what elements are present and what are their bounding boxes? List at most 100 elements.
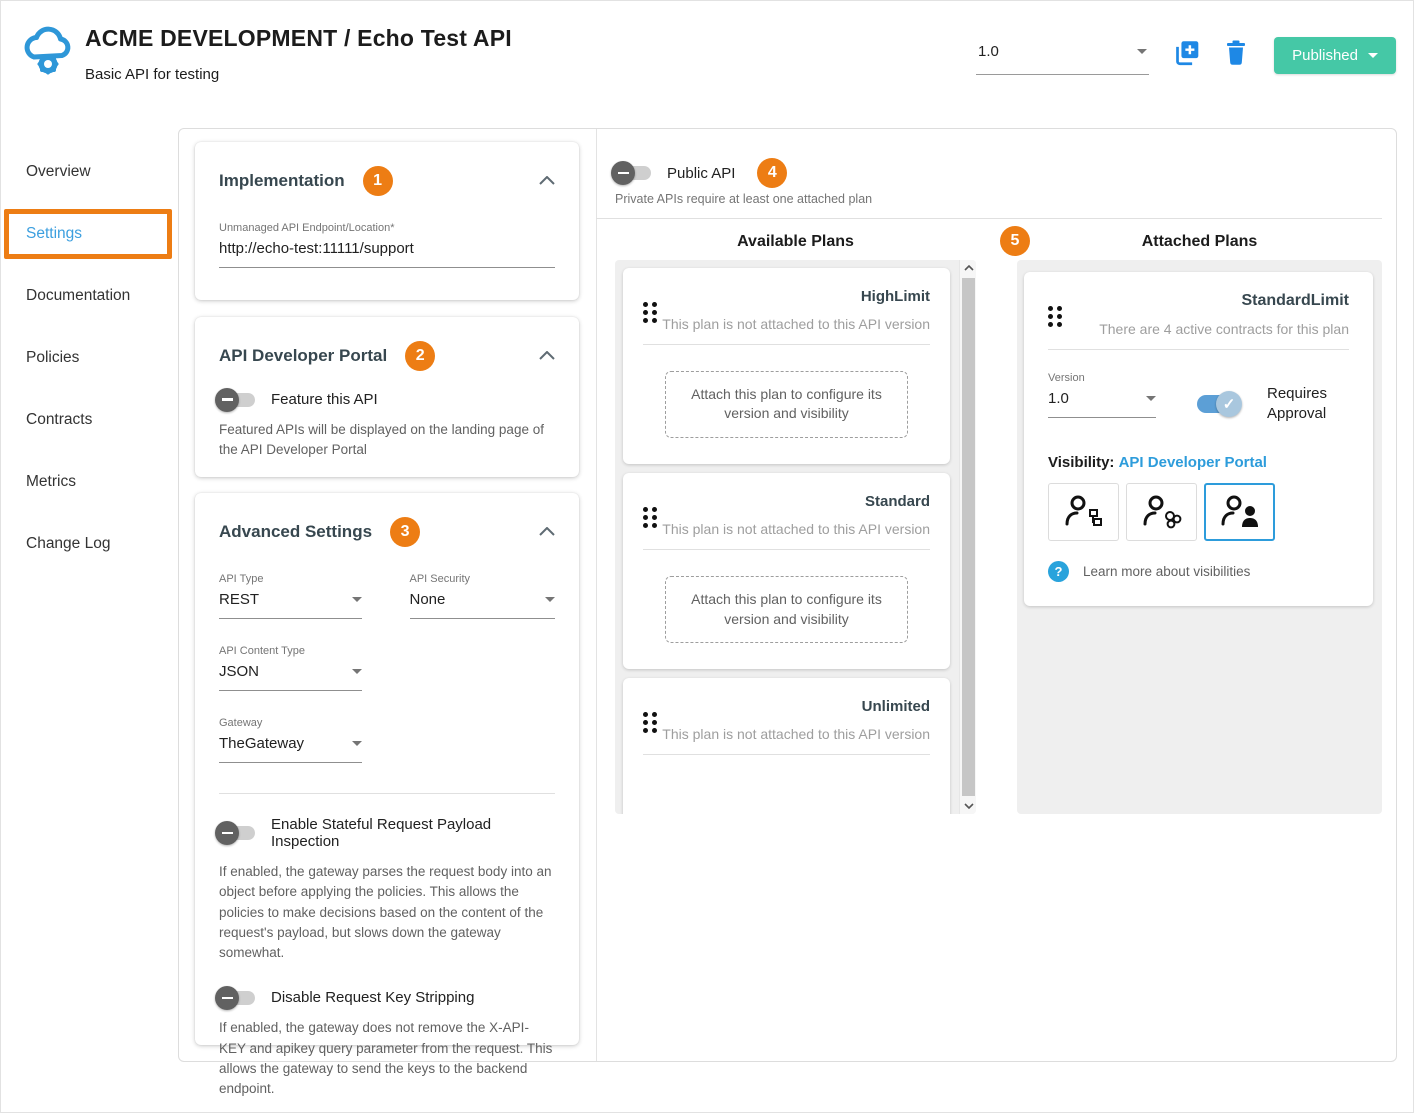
chevron-down-icon bbox=[352, 741, 362, 746]
plans-divider bbox=[596, 218, 1382, 219]
help-icon[interactable]: ? bbox=[1048, 561, 1069, 583]
payload-inspection-label: Enable Stateful Request Payload Inspecti… bbox=[271, 816, 492, 850]
payload-inspection-toggle[interactable] bbox=[215, 821, 255, 845]
learn-more-link[interactable]: Learn more about visibilities bbox=[1083, 564, 1250, 579]
private-api-note: Private APIs require at least one attach… bbox=[615, 192, 873, 206]
plan-divider bbox=[1048, 348, 1349, 350]
annotation-badge-4: 4 bbox=[757, 158, 788, 188]
delete-api-icon[interactable] bbox=[1224, 39, 1248, 71]
drag-handle-icon[interactable] bbox=[643, 507, 661, 539]
sidebar-item-settings[interactable]: Settings bbox=[1, 203, 178, 265]
annotation-badge-2: 2 bbox=[405, 341, 436, 371]
column-divider bbox=[596, 129, 597, 1061]
scrollbar[interactable] bbox=[959, 260, 976, 814]
api-content-type-select[interactable]: API Content Type JSON bbox=[219, 645, 362, 691]
endpoint-field[interactable]: Unmanaged API Endpoint/Location* http://… bbox=[219, 222, 555, 268]
plan-status: This plan is not attached to this API ve… bbox=[662, 521, 930, 538]
public-api-toggle-label: Public API bbox=[667, 164, 736, 182]
attach-plan-dropzone[interactable]: Attach this plan to configure its versio… bbox=[665, 575, 908, 644]
chevron-down-icon bbox=[1368, 53, 1378, 58]
drag-handle-icon[interactable] bbox=[643, 712, 661, 744]
settings-highlight-annotation: Settings bbox=[4, 209, 172, 259]
version-select-value: 1.0 bbox=[978, 43, 999, 60]
plan-status: This plan is not attached to this API ve… bbox=[662, 726, 930, 743]
sidebar-item-changelog[interactable]: Change Log bbox=[1, 513, 178, 575]
select-value: None bbox=[409, 591, 446, 608]
plan-card-standard[interactable]: Standard This plan is not attached to th… bbox=[623, 473, 950, 670]
app-window: ACME DEVELOPMENT / Echo Test API Basic A… bbox=[0, 0, 1414, 1113]
implementation-card: Implementation 1 Unmanaged API Endpoint/… bbox=[195, 142, 579, 300]
key-stripping-toggle[interactable] bbox=[215, 985, 255, 1010]
version-select[interactable]: 1.0 bbox=[976, 37, 1150, 75]
select-label: API Type bbox=[219, 573, 264, 585]
developer-portal-card: API Developer Portal 2 Feature this API … bbox=[195, 317, 579, 477]
plan-card-highlimit[interactable]: HighLimit This plan is not attached to t… bbox=[623, 268, 950, 465]
feature-api-toggle-label: Feature this API bbox=[271, 391, 378, 408]
plan-divider bbox=[643, 343, 930, 345]
select-value: 1.0 bbox=[1048, 389, 1069, 407]
page-subtitle: Basic API for testing bbox=[85, 66, 220, 83]
visibility-groups-button[interactable] bbox=[1126, 483, 1197, 542]
visibility-org-button[interactable] bbox=[1048, 483, 1119, 542]
sidebar-item-documentation[interactable]: Documentation bbox=[1, 265, 178, 327]
advanced-settings-card: Advanced Settings 3 API Type REST API Se… bbox=[195, 493, 579, 1096]
scrollbar-thumb[interactable] bbox=[962, 278, 975, 796]
sidebar-item-label: Policies bbox=[26, 349, 80, 366]
sidebar: Overview Settings Documentation Policies… bbox=[1, 141, 178, 575]
payload-inspection-description: If enabled, the gateway parses the reque… bbox=[219, 864, 552, 960]
attached-plans-panel: StandardLimit There are 4 active contrac… bbox=[1017, 260, 1382, 814]
duplicate-version-icon[interactable] bbox=[1173, 39, 1200, 71]
sidebar-item-label: Change Log bbox=[26, 535, 111, 552]
select-label: Gateway bbox=[219, 717, 263, 729]
select-label: API Security bbox=[409, 573, 471, 585]
collapse-chevron-up-icon[interactable] bbox=[539, 172, 555, 190]
api-type-select[interactable]: API Type REST bbox=[219, 573, 362, 619]
sidebar-item-policies[interactable]: Policies bbox=[1, 327, 178, 389]
available-plans-panel: HighLimit This plan is not attached to t… bbox=[615, 260, 976, 814]
plan-card-unlimited[interactable]: Unlimited This plan is not attached to t… bbox=[623, 678, 950, 814]
plan-card-standardlimit[interactable]: StandardLimit There are 4 active contrac… bbox=[1024, 272, 1373, 607]
annotation-badge-1: 1 bbox=[362, 166, 393, 196]
drag-handle-icon[interactable] bbox=[643, 302, 661, 334]
app-logo-icon bbox=[19, 23, 77, 86]
chevron-down-icon bbox=[545, 597, 555, 602]
public-api-toggle[interactable] bbox=[611, 161, 651, 185]
api-security-select[interactable]: API Security None bbox=[409, 573, 555, 619]
card-title: Implementation bbox=[219, 171, 345, 190]
scroll-up-icon[interactable] bbox=[960, 260, 976, 276]
plan-name: Unlimited bbox=[861, 698, 930, 716]
visibility-value-link[interactable]: API Developer Portal bbox=[1119, 454, 1267, 471]
sidebar-item-overview[interactable]: Overview bbox=[1, 141, 178, 203]
published-status-label: Published bbox=[1292, 47, 1358, 64]
collapse-chevron-up-icon[interactable] bbox=[539, 523, 555, 541]
requires-approval-toggle[interactable]: ✓ bbox=[1197, 391, 1242, 418]
published-status-button[interactable]: Published bbox=[1274, 37, 1396, 74]
chevron-down-icon bbox=[1146, 395, 1156, 401]
gateway-select[interactable]: Gateway TheGateway bbox=[219, 717, 362, 763]
sidebar-item-label: Metrics bbox=[26, 473, 76, 490]
visibility-groups-icon bbox=[1143, 495, 1181, 529]
drag-handle-icon[interactable] bbox=[1048, 306, 1066, 339]
attached-plans-header: Attached Plans bbox=[1141, 233, 1258, 250]
requires-approval-label: Requires Approval bbox=[1267, 384, 1328, 423]
sidebar-item-metrics[interactable]: Metrics bbox=[1, 451, 178, 513]
visibility-portal-button[interactable] bbox=[1204, 483, 1275, 542]
collapse-chevron-up-icon[interactable] bbox=[539, 347, 555, 365]
visibility-portal-icon bbox=[1221, 495, 1258, 528]
card-title: API Developer Portal bbox=[219, 346, 388, 365]
endpoint-field-label: Unmanaged API Endpoint/Location* bbox=[219, 222, 395, 234]
sidebar-item-contracts[interactable]: Contracts bbox=[1, 389, 178, 451]
plan-status: There are 4 active contracts for this pl… bbox=[1099, 321, 1349, 337]
sidebar-item-label: Documentation bbox=[26, 287, 131, 304]
select-label: Version bbox=[1048, 371, 1085, 384]
key-stripping-description: If enabled, the gateway does not remove … bbox=[219, 1020, 553, 1096]
select-value: REST bbox=[219, 591, 260, 608]
plan-name: Standard bbox=[864, 493, 930, 511]
attach-plan-dropzone[interactable]: Attach this plan to configure its versio… bbox=[665, 370, 908, 439]
section-divider bbox=[219, 793, 555, 794]
plan-version-select[interactable]: Version 1.0 bbox=[1048, 372, 1156, 418]
plan-status: This plan is not attached to this API ve… bbox=[662, 316, 930, 332]
card-title: Advanced Settings bbox=[219, 522, 373, 541]
scroll-down-icon[interactable] bbox=[960, 798, 976, 814]
feature-api-toggle[interactable] bbox=[215, 387, 255, 412]
